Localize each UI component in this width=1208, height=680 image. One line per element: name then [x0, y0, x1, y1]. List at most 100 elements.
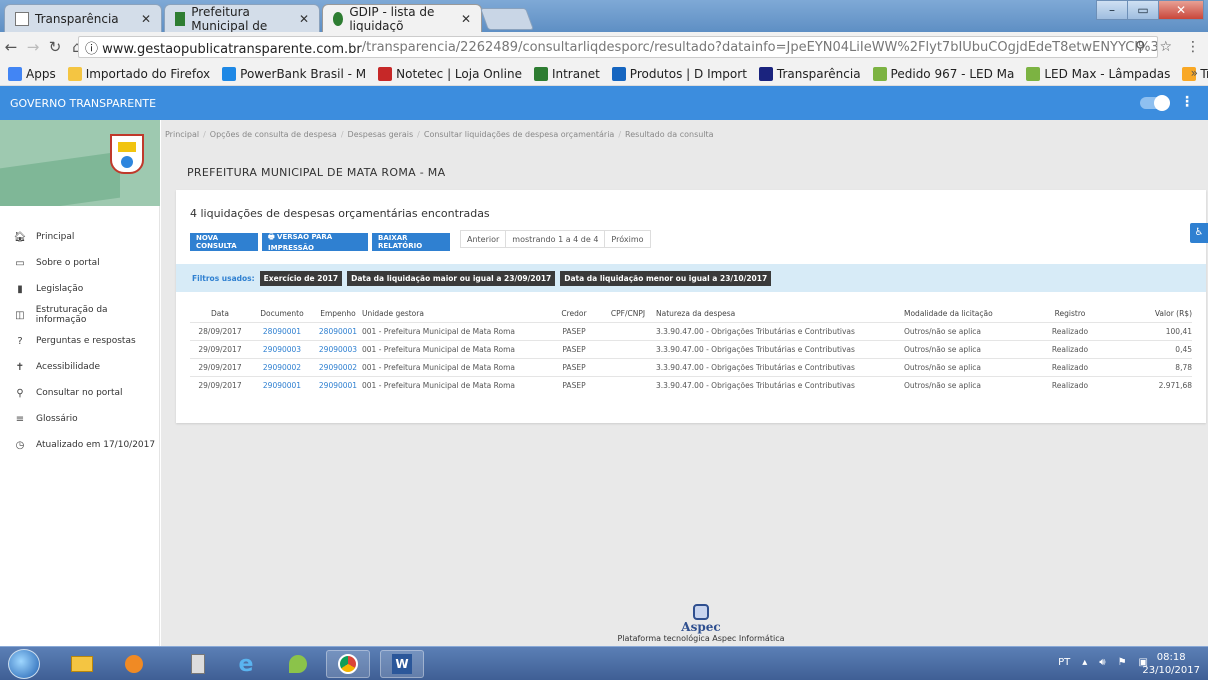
language-indicator[interactable]: PT: [1058, 657, 1070, 668]
bookmark-label: Notetec | Loja Online: [396, 66, 522, 81]
sidebar-item-sobre-o-portal[interactable]: ▭ Sobre o portal: [0, 250, 159, 276]
print-version-button[interactable]: 🖶 VERSÃO PARA IMPRESSÃO: [262, 233, 368, 252]
page-icon: [15, 11, 29, 26]
next-page-button[interactable]: Próximo: [605, 231, 649, 247]
sidebar-item-consultar-no-portal[interactable]: ⚲ Consultar no portal: [0, 380, 159, 406]
bookmark-icon: [378, 66, 393, 81]
tab-prefeitura[interactable]: Prefeitura Municipal de ✕: [164, 4, 320, 33]
new-query-button[interactable]: NOVA CONSULTA: [190, 233, 258, 251]
cell-empenho-link[interactable]: 28090001: [314, 321, 362, 340]
cell-empenho-link[interactable]: 29090001: [314, 375, 362, 394]
cell-unidade: 001 - Prefeitura Municipal de Mata Roma: [362, 357, 548, 376]
breadcrumb-item[interactable]: Despesas gerais: [348, 130, 414, 139]
contrast-toggle[interactable]: [1140, 95, 1170, 111]
cell-empenho-link[interactable]: 29090002: [314, 357, 362, 376]
bookmark-apps[interactable]: Apps: [8, 66, 56, 81]
column-header-natureza-da-despesa: Natureza da despesa: [656, 308, 736, 318]
bookmark-label: Produtos | D Import: [629, 66, 747, 81]
flag-icon[interactable]: ⚑: [1118, 657, 1127, 668]
bookmark-produtos-d-import[interactable]: Produtos | D Import: [611, 66, 747, 81]
browser-tab-strip: Transparência ✕ Prefeitura Municipal de …: [0, 0, 1208, 33]
coat-of-arms-icon: [110, 134, 144, 174]
breadcrumb-item[interactable]: Consultar liquidações de despesa orçamen…: [424, 130, 614, 139]
show-hidden-icons-icon[interactable]: ▴: [1082, 657, 1087, 668]
bookmark-importado-do-firefox[interactable]: Importado do Firefox: [67, 66, 210, 81]
bookmark-pedido-967-led-ma[interactable]: Pedido 967 - LED Ma: [872, 66, 1014, 81]
reload-icon[interactable]: ↻: [44, 38, 66, 56]
table-row: 29/09/2017 29090003 29090003 001 - Prefeitu…: [190, 339, 1192, 358]
volume-icon[interactable]: 🔊︎: [1099, 657, 1105, 668]
municipality-logo[interactable]: [0, 120, 160, 206]
bookmark-led-max-lampadas[interactable]: LED Max - Lâmpadas: [1026, 66, 1170, 81]
clock[interactable]: 08:18 23/10/2017: [1142, 651, 1200, 677]
word-taskbar-icon[interactable]: W: [380, 650, 424, 678]
cell-credor: PASEP: [548, 321, 600, 340]
bookmarks-overflow-icon[interactable]: »: [1191, 66, 1198, 80]
sidebar-item-perguntas-e-respostas[interactable]: ? Perguntas e respostas: [0, 328, 159, 354]
breadcrumb-item[interactable]: Opções de consulta de despesa: [210, 130, 337, 139]
cell-unidade: 001 - Prefeitura Municipal de Mata Roma: [362, 321, 548, 340]
sidebar-item-acessibilidade[interactable]: ✝ Acessibilidade: [0, 354, 159, 380]
internet-explorer-taskbar-icon[interactable]: e: [224, 650, 268, 678]
column-header-credor: Credor: [561, 308, 587, 318]
bookmark-powerbank-brasil-m[interactable]: PowerBank Brasil - M: [222, 66, 366, 81]
column-header-valor-r: Valor (R$): [1154, 308, 1192, 318]
calculator-taskbar-icon[interactable]: [176, 650, 220, 678]
cell-documento-link[interactable]: 29090003: [250, 339, 314, 358]
sidebar-item-principal[interactable]: 🏠︎ Principal: [0, 224, 159, 250]
search-icon: ⚲: [16, 387, 24, 399]
back-icon[interactable]: ←: [0, 38, 22, 56]
start-button[interactable]: [8, 649, 40, 679]
sidebar-item-estruturacao-da-informacao[interactable]: ◫ Estruturação da informação: [0, 302, 159, 328]
results-card: 4 liquidações de despesas orçamentárias …: [176, 190, 1206, 423]
cell-empenho-link[interactable]: 29090003: [314, 339, 362, 358]
url-input[interactable]: ⓘ www.gestaopublicatransparente.com.br/t…: [78, 36, 1158, 58]
cell-documento-link[interactable]: 29090002: [250, 357, 314, 376]
outlook-taskbar-icon[interactable]: [112, 650, 156, 678]
brand-title[interactable]: GOVERNO TRANSPARENTE: [10, 97, 156, 110]
forward-icon[interactable]: →: [22, 38, 44, 56]
breadcrumb-separator: /: [203, 130, 206, 139]
sidebar-item-legislacao[interactable]: ▮ Legislação: [0, 276, 159, 302]
bookmark-icon: [67, 66, 82, 81]
kebab-menu-icon[interactable]: ⋮: [1180, 94, 1194, 110]
accessibility-widget-button[interactable]: ♿︎: [1190, 223, 1208, 243]
sidebar-item-atualizado-em-17-10-2017[interactable]: ◷ Atualizado em 17/10/2017: [0, 432, 159, 458]
help-icon: ?: [17, 335, 23, 347]
bookmark-transparencia[interactable]: Transparência: [758, 66, 861, 81]
cell-data: 29/09/2017: [190, 357, 250, 376]
close-icon[interactable]: ✕: [299, 12, 309, 26]
cell-unidade: 001 - Prefeitura Municipal de Mata Roma: [362, 375, 548, 394]
previous-page-button[interactable]: Anterior: [461, 231, 507, 247]
result-count: 4 liquidações de despesas orçamentárias …: [190, 207, 490, 220]
breadcrumb: Principal / Opções de consulta de despesa /…: [165, 130, 714, 139]
paint-taskbar-icon[interactable]: [276, 650, 320, 678]
breadcrumb-item[interactable]: Principal: [165, 130, 199, 139]
close-icon[interactable]: ✕: [461, 12, 471, 26]
cell-natureza: 3.3.90.47.00 - Obrigações Tributárias e …: [656, 375, 904, 394]
tab-gdip[interactable]: GDIP - lista de liquidaçõ ✕: [322, 4, 482, 33]
close-icon[interactable]: ✕: [141, 12, 151, 26]
sidebar-item-glossario[interactable]: ≡ Glossário: [0, 406, 159, 432]
cell-documento-link[interactable]: 29090001: [250, 375, 314, 394]
tab-transparencia[interactable]: Transparência ✕: [4, 4, 162, 32]
explorer-taskbar-icon[interactable]: [60, 650, 104, 678]
minimize-button[interactable]: –: [1096, 0, 1128, 20]
clock-time: 08:18: [1156, 652, 1186, 663]
pagination: Anterior mostrando 1 a 4 de 4 Próximo: [460, 230, 651, 248]
download-report-button[interactable]: BAIXAR RELATÓRIO: [372, 233, 450, 251]
window-close-button[interactable]: ✕: [1158, 0, 1204, 20]
table-header-row: Data Documento Empenho Unidade gestora Credo…: [190, 305, 1192, 322]
browser-menu-icon[interactable]: ⋮: [1186, 39, 1200, 55]
chrome-taskbar-icon[interactable]: [326, 650, 370, 678]
cell-documento-link[interactable]: 28090001: [250, 321, 314, 340]
bookmark-star-icon[interactable]: ☆: [1159, 39, 1172, 55]
cell-registro: Realizado: [1022, 321, 1118, 340]
column-header-data: Data: [211, 308, 229, 318]
bookmark-label: Apps: [26, 66, 56, 81]
bookmark-notetec-loja-online[interactable]: Notetec | Loja Online: [378, 66, 522, 81]
zoom-icon[interactable]: ⚲: [1135, 39, 1145, 55]
bookmark-intranet[interactable]: Intranet: [533, 66, 600, 81]
maximize-button[interactable]: ▭: [1127, 0, 1159, 20]
new-tab-button[interactable]: [479, 8, 535, 30]
